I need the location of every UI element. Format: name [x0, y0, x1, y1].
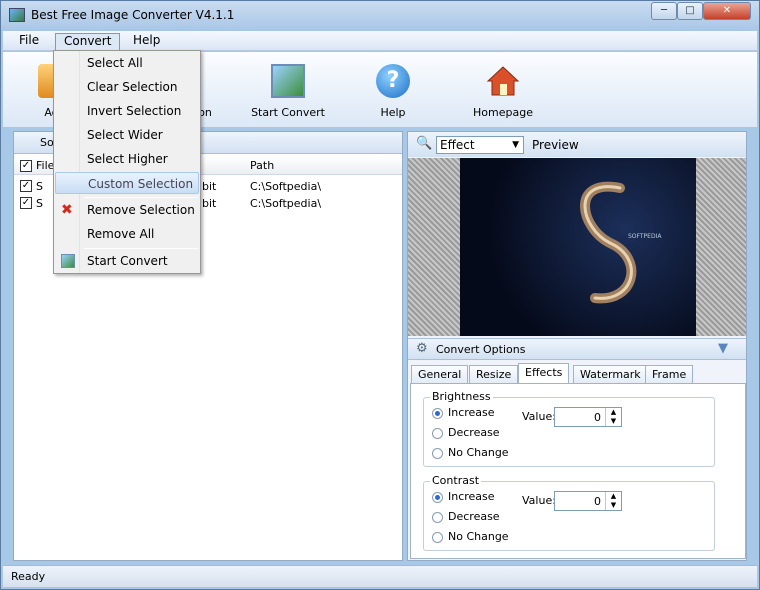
menu-item-invert-selection[interactable]: Invert Selection: [55, 100, 199, 122]
contrast-value-stepper[interactable]: 0 ▲ ▼: [554, 491, 622, 511]
menu-item-clear-selection[interactable]: Clear Selection: [55, 76, 199, 98]
minimize-button[interactable]: ─: [651, 2, 677, 20]
brightness-nochange-radio[interactable]: No Change: [432, 446, 509, 459]
convert-options-header[interactable]: ⚙ Convert Options ▼: [408, 338, 746, 360]
menu-item-custom-selection[interactable]: Custom Selection: [55, 172, 199, 194]
menu-bar: File Convert Help: [3, 31, 757, 51]
help-button[interactable]: ? Help: [363, 64, 423, 119]
menu-item-select-higher[interactable]: Select Higher: [55, 148, 199, 170]
brightness-value-stepper[interactable]: 0 ▲ ▼: [554, 407, 622, 427]
preview-image: SOFTPEDIA: [460, 158, 696, 336]
menu-help[interactable]: Help: [125, 33, 168, 50]
column-file[interactable]: File: [36, 159, 54, 172]
menu-file[interactable]: File: [11, 33, 47, 50]
menu-item-remove-all[interactable]: Remove All: [55, 223, 199, 245]
contrast-title: Contrast: [430, 474, 482, 487]
radio-label: No Change: [448, 530, 509, 543]
row-checkbox[interactable]: ✓: [20, 197, 32, 209]
stepper-arrows-icon[interactable]: ▲ ▼: [605, 492, 621, 510]
collapse-chevron-icon[interactable]: ▼: [718, 341, 728, 356]
tab-general[interactable]: General: [411, 365, 469, 384]
maximize-button[interactable]: □: [677, 2, 703, 20]
contrast-increase-radio[interactable]: Increase: [432, 490, 495, 503]
menu-item-remove-selection[interactable]: ✖ Remove Selection: [55, 199, 199, 221]
help-label: Help: [380, 106, 406, 119]
radio-icon: [432, 531, 443, 543]
gear-icon: ⚙: [416, 341, 428, 356]
brightness-value: 0: [594, 411, 601, 424]
status-text: Ready: [11, 570, 46, 583]
chevron-down-icon: ▼: [512, 140, 519, 150]
file-bit: bit: [202, 197, 217, 210]
right-panel: 🔍 Effect ▼ Preview SOFTPEDIA ⚙ Convert O…: [407, 131, 747, 561]
app-icon: [9, 8, 25, 22]
convert-menu-dropdown: Select All Clear Selection Invert Select…: [53, 50, 201, 274]
window-title: Best Free Image Converter V4.1.1: [31, 8, 235, 22]
menu-item-select-wider[interactable]: Select Wider: [55, 124, 199, 146]
radio-icon: [432, 447, 443, 459]
tab-resize[interactable]: Resize: [469, 365, 519, 384]
brightness-decrease-radio[interactable]: Decrease: [432, 426, 500, 439]
convert-options-label: Convert Options: [436, 343, 526, 356]
tab-frame[interactable]: Frame: [645, 365, 694, 384]
select-all-checkbox[interactable]: ✓: [20, 160, 32, 172]
start-convert-icon: [271, 64, 305, 98]
radio-label: No Change: [448, 446, 509, 459]
tab-watermark[interactable]: Watermark: [573, 365, 648, 384]
close-button[interactable]: ✕: [703, 2, 751, 20]
radio-icon: [432, 511, 443, 523]
file-path: C:\Softpedia\: [250, 197, 322, 210]
remove-x-icon: ✖: [61, 202, 73, 218]
stepper-arrows-icon[interactable]: ▲ ▼: [605, 408, 621, 426]
file-path: C:\Softpedia\: [250, 180, 322, 193]
home-icon: [486, 64, 520, 98]
start-convert-icon: [61, 254, 75, 268]
file-bit: bit: [202, 180, 217, 193]
row-checkbox[interactable]: ✓: [20, 180, 32, 192]
contrast-group: Contrast Increase Decrease No Change Val…: [423, 474, 715, 551]
contrast-value-label: Value:: [522, 494, 556, 507]
homepage-button[interactable]: Homepage: [471, 64, 535, 119]
zoom-icon[interactable]: 🔍: [416, 136, 432, 151]
menu-item-start-convert[interactable]: Start Convert: [55, 250, 199, 272]
remove-selection-label: Remove Selection: [87, 203, 195, 217]
start-convert-button[interactable]: Start Convert: [251, 64, 325, 119]
homepage-label: Homepage: [473, 106, 533, 119]
effect-select[interactable]: Effect ▼: [436, 136, 524, 154]
brightness-increase-radio[interactable]: Increase: [432, 406, 495, 419]
menu-separator: [84, 248, 198, 249]
contrast-decrease-radio[interactable]: Decrease: [432, 510, 500, 523]
preview-label: Preview: [532, 138, 579, 152]
tab-effects[interactable]: Effects: [518, 363, 570, 384]
title-bar[interactable]: Best Free Image Converter V4.1.1 ─ □ ✕: [1, 1, 759, 31]
radio-label: Increase: [448, 490, 495, 503]
help-icon: ?: [376, 64, 410, 98]
radio-icon: [432, 491, 443, 503]
brightness-title: Brightness: [430, 390, 493, 403]
file-name: S: [36, 180, 43, 193]
radio-icon: [432, 407, 443, 419]
radio-label: Decrease: [448, 426, 500, 439]
main-window: Best Free Image Converter V4.1.1 ─ □ ✕ F…: [0, 0, 760, 590]
effect-value: Effect: [440, 138, 475, 152]
preview-header: 🔍 Effect ▼ Preview: [408, 132, 746, 157]
menu-convert[interactable]: Convert: [55, 33, 121, 50]
radio-icon: [432, 427, 443, 439]
contrast-nochange-radio[interactable]: No Change: [432, 530, 509, 543]
menu-item-select-all[interactable]: Select All: [55, 52, 199, 74]
start-convert-menu-label: Start Convert: [87, 254, 168, 268]
file-name: S: [36, 197, 43, 210]
menu-separator: [84, 197, 198, 198]
radio-label: Decrease: [448, 510, 500, 523]
start-convert-label: Start Convert: [251, 106, 325, 119]
effects-tab-body: Brightness Increase Decrease No Change V…: [410, 383, 746, 559]
status-bar: Ready: [3, 565, 757, 587]
preview-area: SOFTPEDIA: [408, 158, 746, 336]
column-path[interactable]: Path: [250, 159, 274, 172]
contrast-value: 0: [594, 495, 601, 508]
radio-label: Increase: [448, 406, 495, 419]
brightness-value-label: Value:: [522, 410, 556, 423]
preview-watermark: SOFTPEDIA: [628, 233, 662, 240]
brightness-group: Brightness Increase Decrease No Change V…: [423, 390, 715, 467]
